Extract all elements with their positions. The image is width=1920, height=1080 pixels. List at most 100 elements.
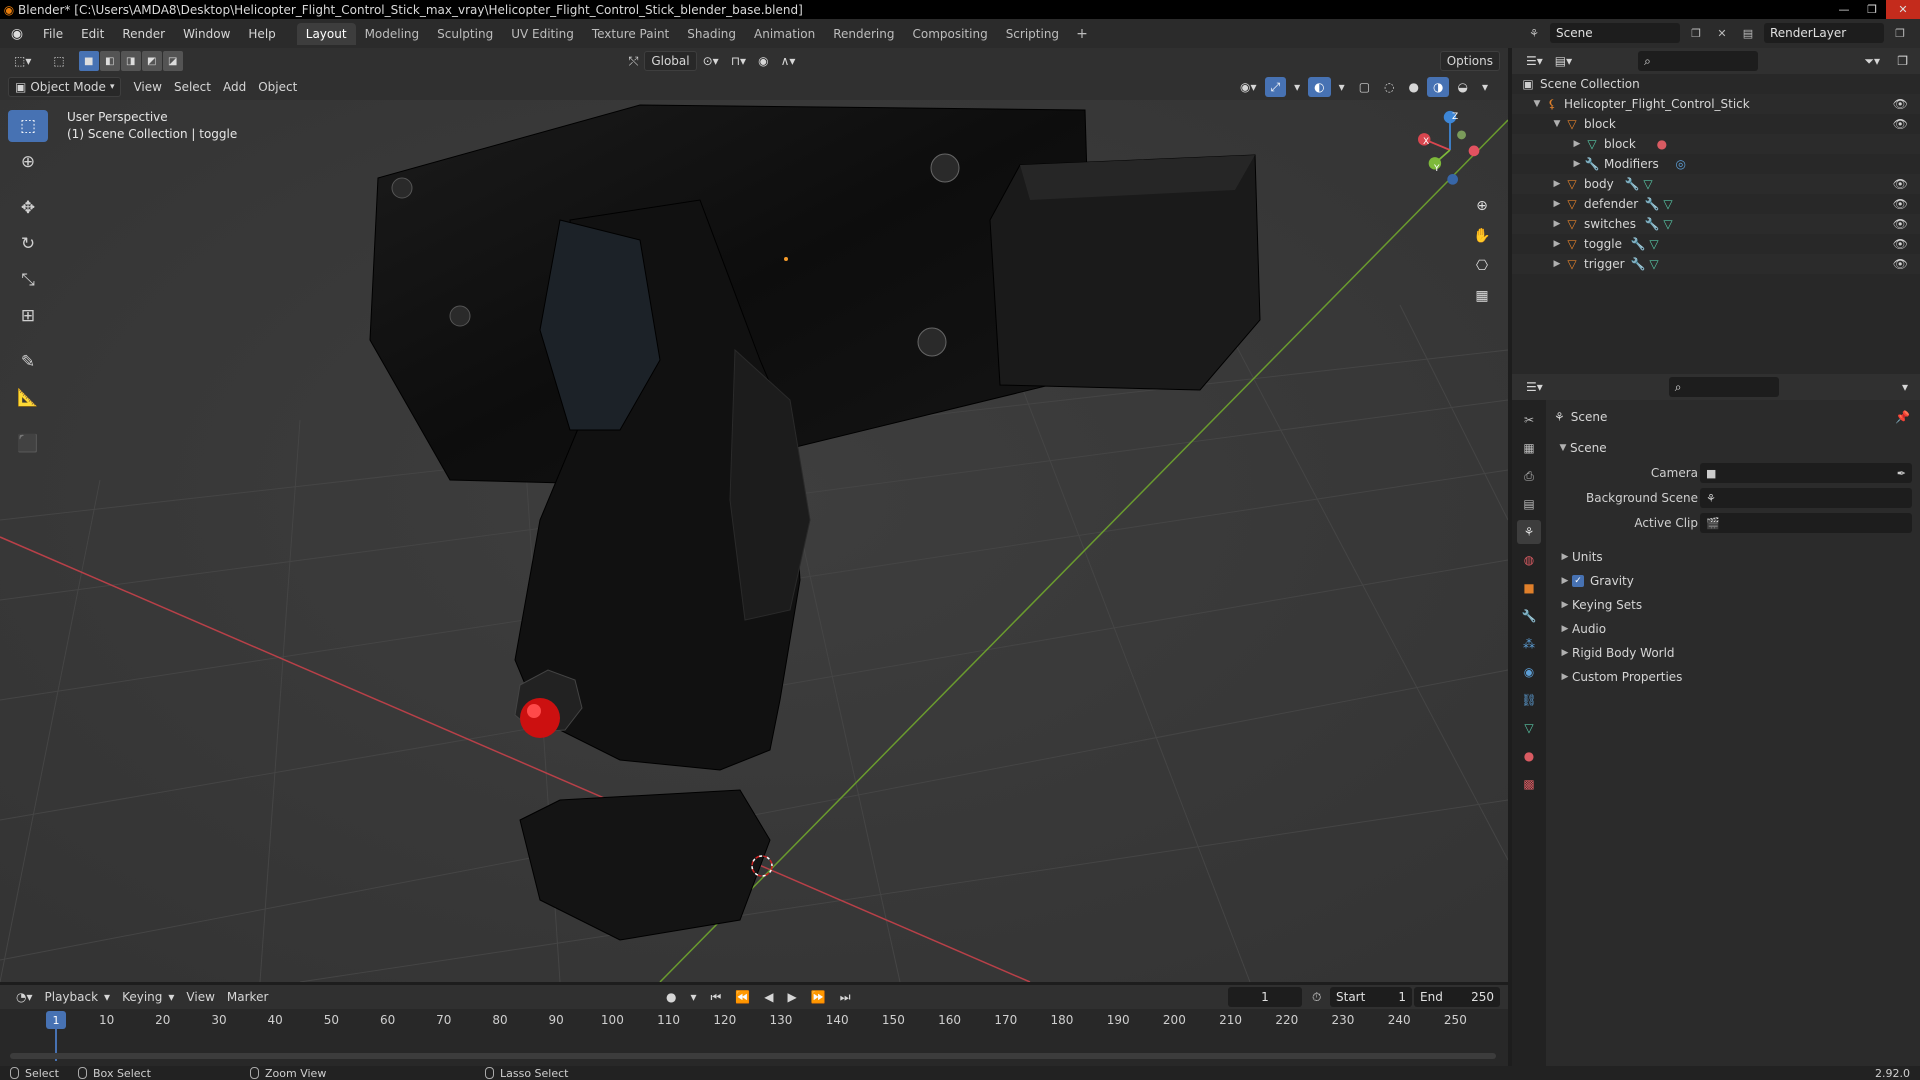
scale-tool-icon[interactable]: ⤡ [8, 264, 48, 296]
new-view-layer-icon[interactable]: ❐ [1890, 23, 1910, 43]
menu-marker[interactable]: Marker [221, 987, 274, 1007]
material-tab-icon[interactable]: ● [1517, 744, 1541, 768]
output-tab-icon[interactable]: ⎙ [1517, 464, 1541, 488]
outliner-row-toggle[interactable]: ▶ ▽ toggle 🔧 ▽ 👁 [1512, 234, 1920, 254]
shading-dropdown-icon[interactable]: ▾ [1476, 77, 1494, 97]
expand-arrow-icon[interactable]: ▼ [1530, 99, 1544, 109]
scene-icon[interactable]: ⚘ [1524, 23, 1544, 43]
tab-compositing[interactable]: Compositing [903, 23, 996, 45]
tab-uv-editing[interactable]: UV Editing [502, 23, 583, 45]
mesh-icon[interactable]: ▽ [1660, 217, 1676, 231]
view-layer-icon[interactable]: ▤ [1738, 23, 1758, 43]
eye-icon[interactable]: 👁 [1893, 257, 1908, 271]
tab-animation[interactable]: Animation [745, 23, 824, 45]
timeline-scrollbar[interactable] [10, 1053, 1496, 1059]
wrench-icon[interactable]: 🔧 [1644, 217, 1660, 231]
select-new-icon[interactable]: ■ [78, 51, 99, 71]
close-button[interactable]: ✕ [1886, 0, 1920, 19]
menu-keying[interactable]: Keying [116, 987, 168, 1007]
panel-audio[interactable]: ▶ Audio [1546, 617, 1920, 641]
eye-icon[interactable]: 👁 [1893, 97, 1908, 111]
particles-tab-icon[interactable]: ⁂ [1517, 632, 1541, 656]
wrench-icon[interactable]: 🔧 [1624, 177, 1640, 191]
data-tab-icon[interactable]: ▽ [1517, 716, 1541, 740]
mesh-icon[interactable]: ▽ [1640, 177, 1656, 191]
add-workspace-button[interactable]: + [1068, 26, 1096, 42]
panel-gravity[interactable]: ▶ ✓ Gravity [1546, 569, 1920, 593]
play-icon[interactable]: ▶ [782, 987, 803, 1007]
rendered-shading-icon[interactable]: ◒ [1451, 77, 1473, 97]
gizmo-dropdown-icon[interactable]: ▾ [1288, 77, 1306, 97]
visibility-icon[interactable]: ◉▾ [1234, 77, 1263, 97]
rotate-tool-icon[interactable]: ↻ [8, 228, 48, 260]
pin-icon[interactable]: 📌 [1895, 410, 1910, 424]
proportional-edit-icon[interactable]: ◉ [752, 51, 774, 71]
menu-add[interactable]: Add [217, 77, 252, 97]
tool-tab-icon[interactable]: ✂ [1517, 408, 1541, 432]
pivot-point-icon[interactable]: ⊙▾ [697, 51, 725, 71]
panel-keying-sets[interactable]: ▶ Keying Sets [1546, 593, 1920, 617]
menu-object[interactable]: Object [252, 77, 303, 97]
tab-rendering[interactable]: Rendering [824, 23, 903, 45]
panel-units[interactable]: ▶ Units [1546, 545, 1920, 569]
measure-tool-icon[interactable]: 📐 [8, 382, 48, 414]
eye-icon[interactable]: 👁 [1893, 237, 1908, 251]
outliner-editor-type-icon[interactable]: ☰▾ [1520, 51, 1549, 71]
outliner-row-block[interactable]: ▼ ▽ block 👁 [1512, 114, 1920, 134]
next-keyframe-icon[interactable]: ⏩ [805, 987, 832, 1007]
wrench-icon[interactable]: 🔧 [1644, 197, 1660, 211]
end-frame-field[interactable]: End 250 [1414, 987, 1500, 1007]
outliner-search-input[interactable]: ⌕ [1638, 51, 1759, 71]
menu-render[interactable]: Render [113, 23, 174, 45]
blender-menu-icon[interactable]: ◉ [0, 26, 34, 42]
object-tab-icon[interactable]: ■ [1517, 576, 1541, 600]
eyedropper-icon[interactable]: ✒ [1897, 467, 1906, 480]
mesh-icon[interactable]: ▽ [1646, 237, 1662, 251]
cursor-tool-icon[interactable]: ⊕ [8, 146, 48, 178]
texture-tab-icon[interactable]: ▩ [1517, 772, 1541, 796]
prev-keyframe-icon[interactable]: ⏪ [729, 987, 756, 1007]
select-box-tool-icon[interactable]: ⬚ [8, 110, 48, 142]
new-collection-icon[interactable]: ❐ [1891, 51, 1914, 71]
falloff-icon[interactable]: ∧▾ [775, 51, 802, 71]
options-dropdown[interactable]: Options [1439, 51, 1500, 71]
wrench-icon[interactable]: 🔧 [1630, 237, 1646, 251]
stopwatch-icon[interactable]: ⏱ [1306, 987, 1327, 1007]
render-tab-icon[interactable]: ▦ [1517, 436, 1541, 460]
3d-viewport[interactable]: User Perspective (1) Scene Collection | … [0, 100, 1508, 982]
select-extend-icon[interactable]: ◧ [99, 51, 120, 71]
menu-view[interactable]: View [127, 77, 167, 97]
outliner-row-collection[interactable]: ▼ ⚸ Helicopter_Flight_Control_Stick 👁 [1512, 94, 1920, 114]
background-scene-field[interactable]: ⚘ [1700, 488, 1912, 508]
keyframe-dropdown-icon[interactable]: ▾ [684, 987, 702, 1007]
transform-orientation-dropdown[interactable]: Global [644, 51, 697, 71]
menu-playback[interactable]: Playback [39, 987, 105, 1007]
outliner-row-defender[interactable]: ▶ ▽ defender 🔧 ▽ 👁 [1512, 194, 1920, 214]
new-scene-icon[interactable]: ❐ [1686, 23, 1706, 43]
expand-arrow-icon[interactable]: ▶ [1570, 159, 1584, 169]
editor-type-icon[interactable]: ⬚▾ [8, 51, 37, 71]
annotate-tool-icon[interactable]: ✎ [8, 346, 48, 378]
properties-editor-type-icon[interactable]: ☰▾ [1520, 377, 1549, 397]
delete-scene-icon[interactable]: ✕ [1712, 23, 1732, 43]
tab-layout[interactable]: Layout [296, 22, 356, 45]
xray-icon[interactable]: ▢ [1353, 77, 1376, 97]
timeline-area[interactable]: 10 20 30 40 50 60 70 80 90 100 110 120 130 140 150 160 1… [0, 1009, 1508, 1066]
jump-start-icon[interactable]: ⏮ [705, 987, 728, 1007]
navigation-gizmo[interactable] [1410, 110, 1490, 190]
display-mode-icon[interactable]: ▤▾ [1549, 51, 1578, 71]
expand-arrow-icon[interactable]: ▶ [1550, 259, 1564, 269]
select-intersect-icon[interactable]: ◪ [162, 51, 183, 71]
maximize-button[interactable]: ❐ [1858, 0, 1886, 19]
eye-icon[interactable]: 👁 [1893, 177, 1908, 191]
chevron-down-icon[interactable]: ▾ [1896, 377, 1914, 397]
expand-arrow-icon[interactable]: ▶ [1550, 199, 1564, 209]
eye-icon[interactable]: 👁 [1893, 217, 1908, 231]
playhead-marker[interactable]: 1 [46, 1011, 66, 1029]
camera-field[interactable]: ■ ✒ [1700, 463, 1912, 483]
zoom-icon[interactable]: ⊕ [1468, 192, 1496, 220]
outliner-row-switches[interactable]: ▶ ▽ switches 🔧 ▽ 👁 [1512, 214, 1920, 234]
scene-tab-icon[interactable]: ⚘ [1517, 520, 1541, 544]
tab-sculpting[interactable]: Sculpting [428, 23, 502, 45]
move-tool-icon[interactable]: ✥ [8, 192, 48, 224]
